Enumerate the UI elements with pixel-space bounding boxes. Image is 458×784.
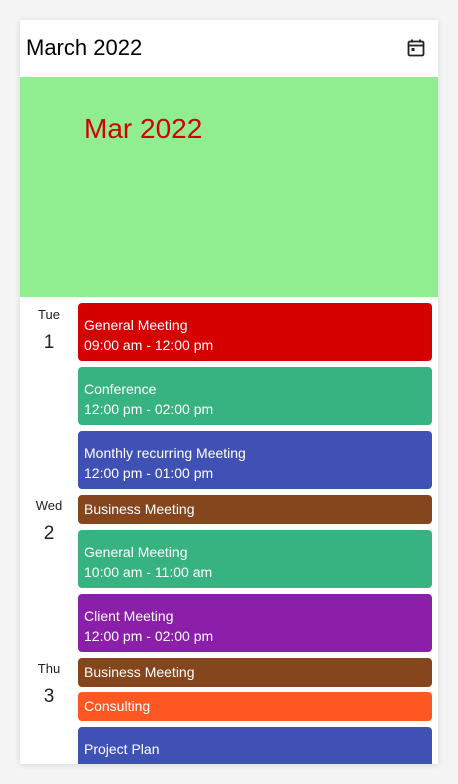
month-banner: Mar 2022 bbox=[20, 77, 438, 297]
calendar-header: March 2022 bbox=[20, 20, 438, 76]
event-time: 12:00 pm - 02:00 pm bbox=[84, 401, 214, 417]
event-time: 12:00 pm - 02:00 pm bbox=[84, 628, 214, 644]
event-card[interactable]: Project Plan bbox=[78, 727, 432, 764]
event-time: 10:00 am - 11:00 am bbox=[84, 564, 213, 580]
day-label[interactable]: Thu 3 bbox=[20, 661, 78, 708]
event-title: Consulting bbox=[84, 698, 151, 714]
event-card[interactable]: Client Meeting 12:00 pm - 02:00 pm bbox=[78, 594, 432, 652]
event-card[interactable]: General Meeting 09:00 am - 12:00 pm bbox=[78, 303, 432, 361]
event-card[interactable]: Monthly recurring Meeting 12:00 pm - 01:… bbox=[78, 431, 432, 489]
event-card[interactable]: Business Meeting bbox=[78, 495, 432, 524]
event-time: 12:00 pm - 01:00 pm bbox=[84, 465, 214, 481]
day-number: 3 bbox=[43, 686, 55, 707]
event-title: General Meeting bbox=[84, 544, 188, 560]
event-card[interactable]: Consulting bbox=[78, 692, 432, 721]
calendar-card: March 2022 Mar 2022 Tue 1 Wed 2 Thu 3 Ge… bbox=[20, 20, 438, 764]
header-title[interactable]: March 2022 bbox=[26, 35, 142, 61]
agenda-list: Tue 1 Wed 2 Thu 3 General Meeting 09:00 … bbox=[20, 297, 438, 764]
event-title: Client Meeting bbox=[84, 608, 174, 624]
event-title: General Meeting bbox=[84, 317, 188, 333]
day-label[interactable]: Wed 2 bbox=[20, 498, 78, 545]
event-time: 09:00 am - 12:00 pm bbox=[84, 337, 214, 353]
event-title: Business Meeting bbox=[84, 501, 195, 517]
event-title: Project Plan bbox=[84, 741, 160, 757]
calendar-icon[interactable] bbox=[404, 36, 428, 60]
event-card[interactable]: Conference 12:00 pm - 02:00 pm bbox=[78, 367, 432, 425]
day-number: 2 bbox=[43, 523, 55, 544]
event-title: Monthly recurring Meeting bbox=[84, 445, 246, 461]
event-card[interactable]: General Meeting 10:00 am - 11:00 am bbox=[78, 530, 432, 588]
event-card[interactable]: Business Meeting bbox=[78, 658, 432, 687]
day-number: 1 bbox=[43, 332, 55, 353]
day-name: Wed bbox=[35, 498, 63, 513]
banner-month-label: Mar 2022 bbox=[84, 113, 203, 144]
event-title: Conference bbox=[84, 381, 157, 397]
day-name: Thu bbox=[37, 661, 61, 676]
day-label[interactable]: Tue 1 bbox=[20, 307, 78, 354]
event-title: Business Meeting bbox=[84, 664, 195, 680]
day-name: Tue bbox=[38, 307, 60, 322]
